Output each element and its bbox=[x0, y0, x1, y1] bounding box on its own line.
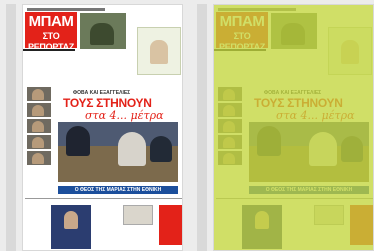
scroll-strip-left[interactable] bbox=[6, 4, 16, 251]
top-rule bbox=[27, 8, 105, 11]
column-thumbnail bbox=[27, 119, 51, 133]
bottom-left-photo bbox=[51, 205, 91, 249]
subheadline: στα 4... μέτρα bbox=[85, 109, 164, 122]
photo-figure bbox=[118, 132, 146, 166]
side-portrait bbox=[150, 40, 168, 64]
scroll-strip-right[interactable] bbox=[197, 4, 207, 251]
masthead-title: ΜΠΑΜ bbox=[28, 13, 74, 30]
left-photo-column bbox=[25, 85, 53, 205]
column-thumbnail bbox=[27, 135, 51, 149]
photo-figure bbox=[150, 136, 172, 162]
photo-figure bbox=[66, 126, 90, 156]
column-thumbnail bbox=[27, 103, 51, 117]
header-photo bbox=[80, 13, 126, 49]
headline: ΤΟΥΣ ΣΤΗΝΟΥΝ bbox=[63, 96, 152, 110]
blue-banner: Ο ΘΕΟΣ ΤΗΣ ΜΑΡΙΑΣ ΣΤΗΝ ΕΘΝΙΚΗ bbox=[58, 186, 178, 194]
newspaper-page-tinted[interactable]: ΜΠΑΜ ΣΤΟ ΡΕΠΟΡΤΑΖ ΦΟΒΑ ΚΑΙ ΕΞΑΓΓΕΛΙΕΣ ΤΟ… bbox=[213, 4, 374, 251]
column-thumbnail bbox=[27, 151, 51, 165]
lead-photo bbox=[58, 122, 178, 182]
side-column bbox=[137, 27, 181, 75]
masthead-rule bbox=[23, 49, 75, 51]
masthead: ΜΠΑΜ ΣΤΟ ΡΕΠΟΡΤΑΖ bbox=[25, 12, 77, 52]
bottom-rule bbox=[25, 198, 182, 199]
stage: ΜΠΑΜ ΣΤΟ ΡΕΠΟΡΤΑΖ ΦΟΒΑ ΚΑΙ ΕΞΑΓΓΕΛΙΕΣ ΤΟ… bbox=[0, 0, 374, 251]
column-thumbnail bbox=[27, 87, 51, 101]
newspaper-page-original[interactable]: ΜΠΑΜ ΣΤΟ ΡΕΠΟΡΤΑΖ ΦΟΒΑ ΚΑΙ ΕΞΑΓΓΕΛΙΕΣ ΤΟ… bbox=[22, 4, 183, 251]
bottom-mid-photo bbox=[123, 205, 153, 225]
color-tint-overlay bbox=[214, 5, 373, 250]
bottom-right-box bbox=[159, 205, 182, 245]
